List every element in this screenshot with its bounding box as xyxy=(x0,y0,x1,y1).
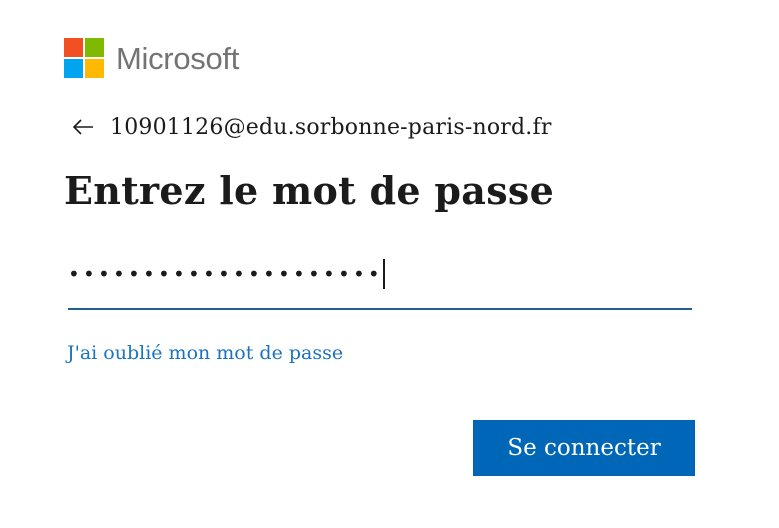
signin-button[interactable]: Se connecter xyxy=(473,420,695,476)
brand-name: Microsoft xyxy=(116,40,240,76)
logo-square-red xyxy=(64,38,83,57)
forgot-password-link[interactable]: J'ai oublié mon mot de passe xyxy=(67,342,343,364)
password-display[interactable]: ••••••••••••••••••••• xyxy=(68,258,385,290)
logo-square-yellow xyxy=(85,59,104,78)
logo-square-green xyxy=(85,38,104,57)
password-masked-value: ••••••••••••••••••••• xyxy=(68,262,383,286)
page-title: Entrez le mot de passe xyxy=(64,168,555,213)
account-email: 10901126@edu.sorbonne-paris-nord.fr xyxy=(110,114,552,140)
microsoft-logo: Microsoft xyxy=(64,38,239,78)
logo-square-blue xyxy=(64,59,83,78)
password-field[interactable]: ••••••••••••••••••••• xyxy=(68,250,692,310)
text-caret xyxy=(382,259,385,289)
microsoft-logo-icon xyxy=(64,38,104,78)
arrow-left-icon[interactable] xyxy=(70,114,96,140)
identity-banner[interactable]: 10901126@edu.sorbonne-paris-nord.fr xyxy=(70,114,552,140)
